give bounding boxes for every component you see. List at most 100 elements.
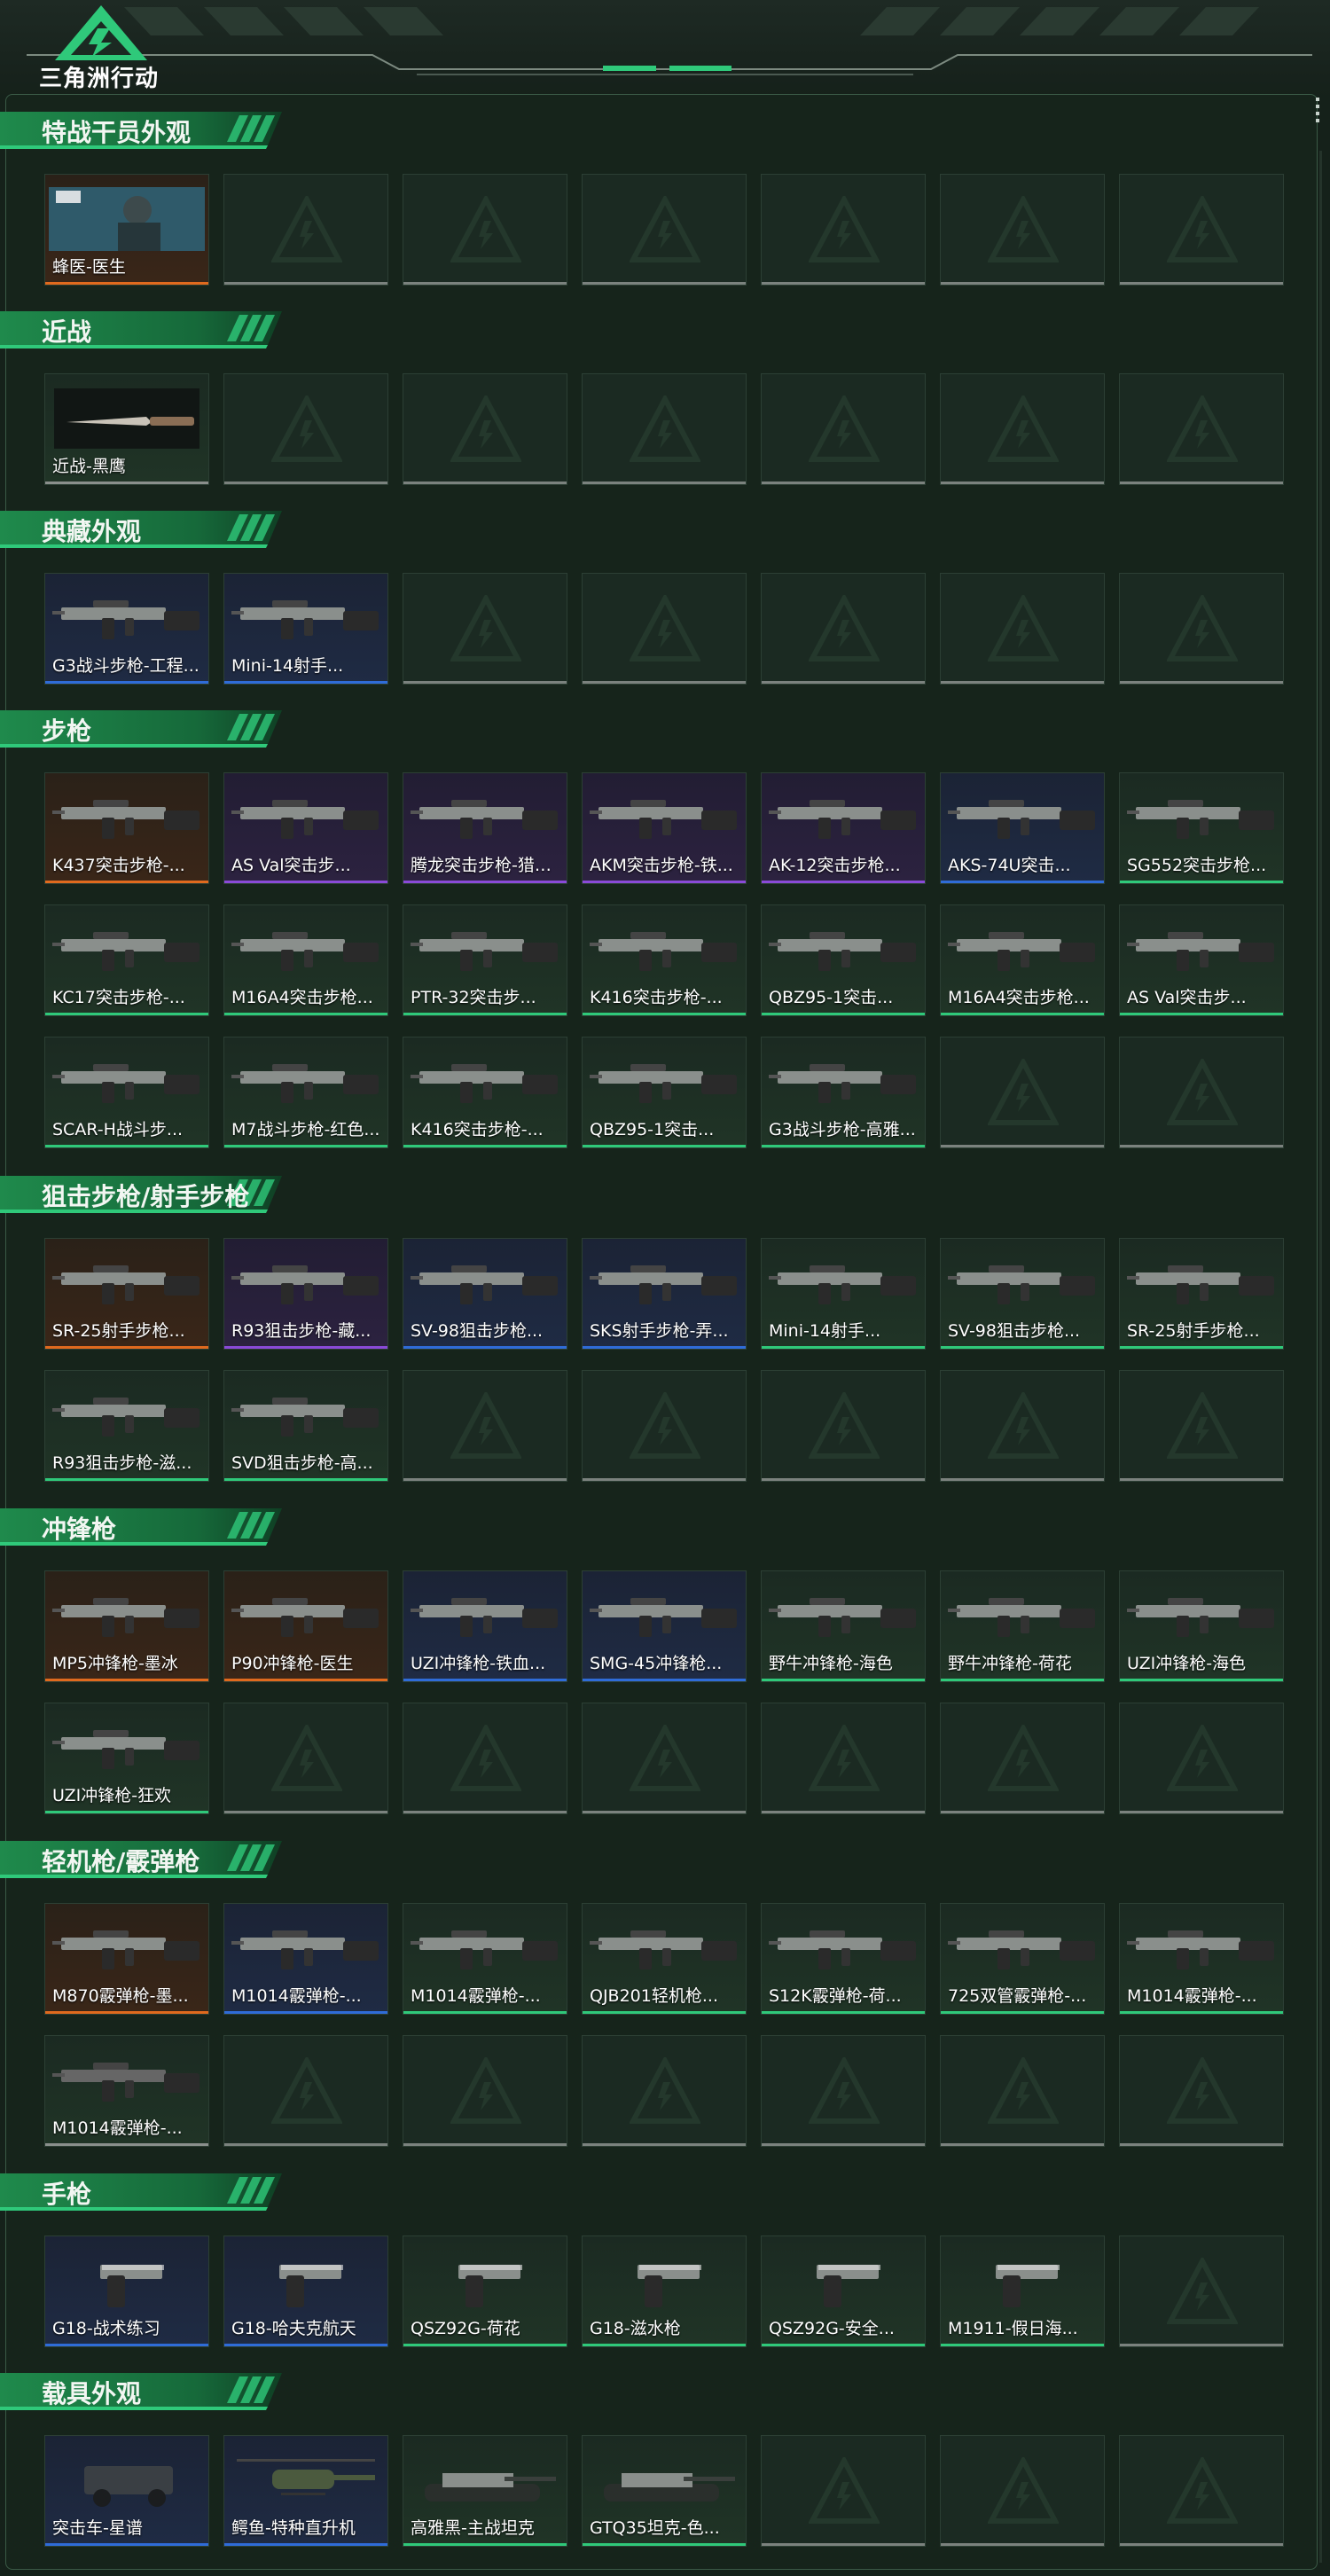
item-card[interactable]: P90冲锋枪-医生 bbox=[223, 1570, 388, 1682]
item-card[interactable]: G18-哈夫克航天 bbox=[223, 2235, 388, 2347]
item-card[interactable]: QSZ92G-安全... bbox=[761, 2235, 926, 2347]
item-card[interactable]: UZI冲锋枪-铁血... bbox=[403, 1570, 567, 1682]
empty-slot bbox=[940, 1037, 1105, 1148]
item-card[interactable]: M16A4突击步枪... bbox=[940, 904, 1105, 1016]
item-label: 近战-黑鹰 bbox=[52, 457, 126, 476]
item-card[interactable]: SKS射手步枪-弄... bbox=[582, 1238, 747, 1350]
item-card[interactable]: SG552突击步枪... bbox=[1119, 772, 1284, 884]
rarity-bar bbox=[1120, 2011, 1283, 2014]
item-card[interactable]: R93狙击步枪-藏... bbox=[223, 1238, 388, 1350]
empty-slot bbox=[761, 1703, 926, 1814]
item-card[interactable]: GTQ35坦克-色... bbox=[582, 2435, 747, 2547]
item-label: SR-25射手步枪... bbox=[1127, 1321, 1260, 1341]
item-card[interactable]: R93狙击步枪-滋... bbox=[44, 1370, 209, 1482]
item-card[interactable]: SVD狙击步枪-高... bbox=[223, 1370, 388, 1482]
item-card[interactable]: 腾龙突击步枪-猎鳄... bbox=[403, 772, 567, 884]
rarity-bar bbox=[583, 1346, 746, 1349]
section-title: 典藏外观 bbox=[42, 517, 142, 546]
empty-slot-bar bbox=[224, 282, 387, 285]
empty-slot-bar bbox=[583, 681, 746, 684]
item-card[interactable]: QJB201轻机枪... bbox=[582, 1903, 747, 2015]
item-card[interactable]: G3战斗步枪-高雅... bbox=[761, 1037, 926, 1148]
item-card[interactable]: K416突击步枪-... bbox=[403, 1037, 567, 1148]
pistol-icon bbox=[279, 2265, 343, 2307]
sniper-rifle-icon bbox=[948, 1265, 1095, 1304]
item-card[interactable]: SR-25射手步枪... bbox=[1119, 1238, 1284, 1350]
item-card[interactable]: Mini-14射手... bbox=[223, 573, 388, 685]
item-card[interactable]: UZI冲锋枪-海色 bbox=[1119, 1570, 1284, 1682]
empty-slot bbox=[582, 1370, 747, 1482]
item-card[interactable]: G18-战术练习 bbox=[44, 2235, 209, 2347]
item-card[interactable]: QBZ95-1突击... bbox=[582, 1037, 747, 1148]
item-label: 725双管霰弹枪-... bbox=[948, 1986, 1087, 2006]
empty-slot-bar bbox=[1120, 1811, 1283, 1813]
rarity-bar bbox=[941, 881, 1104, 883]
item-label: G18-哈夫克航天 bbox=[231, 2319, 356, 2338]
item-card[interactable]: 野牛冲锋枪-海色 bbox=[761, 1570, 926, 1682]
item-card[interactable]: PTR-32突击步... bbox=[403, 904, 567, 1016]
item-card[interactable]: M1014霰弹枪-... bbox=[1119, 1903, 1284, 2015]
rarity-bar bbox=[45, 1145, 208, 1147]
sniper-rifle-icon bbox=[231, 1265, 379, 1304]
item-card[interactable]: AKS-74U突击... bbox=[940, 772, 1105, 884]
item-card[interactable]: MP5冲锋枪-墨冰 bbox=[44, 1570, 209, 1682]
item-card[interactable]: AS Val突击步... bbox=[223, 772, 388, 884]
scrollbar[interactable] bbox=[1319, 151, 1322, 2563]
empty-slot-bar bbox=[762, 282, 925, 285]
item-card[interactable]: G3战斗步枪-工程... bbox=[44, 573, 209, 685]
empty-slot-logo-icon bbox=[809, 595, 880, 662]
item-card[interactable]: 近战-黑鹰 bbox=[44, 373, 209, 485]
item-card[interactable]: SR-25射手步枪... bbox=[44, 1238, 209, 1350]
rarity-bar bbox=[762, 1679, 925, 1681]
item-card[interactable]: M1014霰弹枪-... bbox=[44, 2035, 209, 2147]
item-card[interactable]: 鳄鱼-特种直升机 bbox=[223, 2435, 388, 2547]
rarity-bar bbox=[1120, 1346, 1283, 1349]
item-card[interactable]: SCAR-H战斗步... bbox=[44, 1037, 209, 1148]
empty-slot bbox=[582, 174, 747, 286]
item-card[interactable]: M16A4突击步枪... bbox=[223, 904, 388, 1016]
item-card[interactable]: 高雅黑-主战坦克 bbox=[403, 2435, 567, 2547]
item-card[interactable]: SMG-45冲锋枪... bbox=[582, 1570, 747, 1682]
item-card[interactable]: SV-98狙击步枪... bbox=[403, 1238, 567, 1350]
more-options-icon[interactable] bbox=[1316, 98, 1321, 126]
item-card[interactable]: 突击车-星谱 bbox=[44, 2435, 209, 2547]
item-card[interactable]: 蜂医-医生 bbox=[44, 174, 209, 286]
item-card[interactable]: M1014霰弹枪-... bbox=[223, 1903, 388, 2015]
item-card[interactable]: 野牛冲锋枪-荷花 bbox=[940, 1570, 1105, 1682]
item-card[interactable]: K416突击步枪-... bbox=[582, 904, 747, 1016]
rarity-bar bbox=[224, 881, 387, 883]
item-label: R93狙击步枪-滋... bbox=[52, 1453, 192, 1473]
empty-slot-logo-icon bbox=[450, 196, 521, 262]
item-card[interactable]: AKM突击步枪-铁... bbox=[582, 772, 747, 884]
item-label: M1014霰弹枪-... bbox=[1127, 1986, 1257, 2006]
item-card[interactable]: Mini-14射手... bbox=[761, 1238, 926, 1350]
item-card[interactable]: 725双管霰弹枪-... bbox=[940, 1903, 1105, 2015]
item-card[interactable]: M1911-假日海... bbox=[940, 2235, 1105, 2347]
item-card[interactable]: QBZ95-1突击... bbox=[761, 904, 926, 1016]
item-card[interactable]: AS Val突击步... bbox=[1119, 904, 1284, 1016]
section-title: 步枪 bbox=[42, 716, 92, 746]
shotgun-icon bbox=[52, 2063, 200, 2102]
item-card[interactable]: M1014霰弹枪-... bbox=[403, 1903, 567, 2015]
item-card[interactable]: UZI冲锋枪-狂欢 bbox=[44, 1703, 209, 1814]
item-card[interactable]: M7战斗步枪-红色... bbox=[223, 1037, 388, 1148]
empty-slot-bar bbox=[941, 1478, 1104, 1481]
item-card[interactable]: M870霰弹枪-墨... bbox=[44, 1903, 209, 2015]
item-card[interactable]: KC17突击步枪-... bbox=[44, 904, 209, 1016]
empty-slot bbox=[761, 2035, 926, 2147]
rarity-bar bbox=[45, 1478, 208, 1481]
rarity-bar bbox=[403, 1145, 567, 1147]
item-card[interactable]: SV-98狙击步枪... bbox=[940, 1238, 1105, 1350]
rarity-bar bbox=[224, 2344, 387, 2346]
item-label: G3战斗步枪-工程... bbox=[52, 656, 200, 676]
item-card[interactable]: QSZ92G-荷花 bbox=[403, 2235, 567, 2347]
section-title: 手枪 bbox=[42, 2180, 92, 2209]
item-card[interactable]: G18-滋水枪 bbox=[582, 2235, 747, 2347]
empty-slot-logo-icon bbox=[630, 2057, 700, 2124]
item-card[interactable]: K437突击步枪-... bbox=[44, 772, 209, 884]
empty-slot bbox=[223, 373, 388, 485]
rarity-bar bbox=[941, 1679, 1104, 1681]
rifle-icon bbox=[769, 800, 916, 839]
item-card[interactable]: S12K霰弹枪-荷... bbox=[761, 1903, 926, 2015]
item-card[interactable]: AK-12突击步枪... bbox=[761, 772, 926, 884]
